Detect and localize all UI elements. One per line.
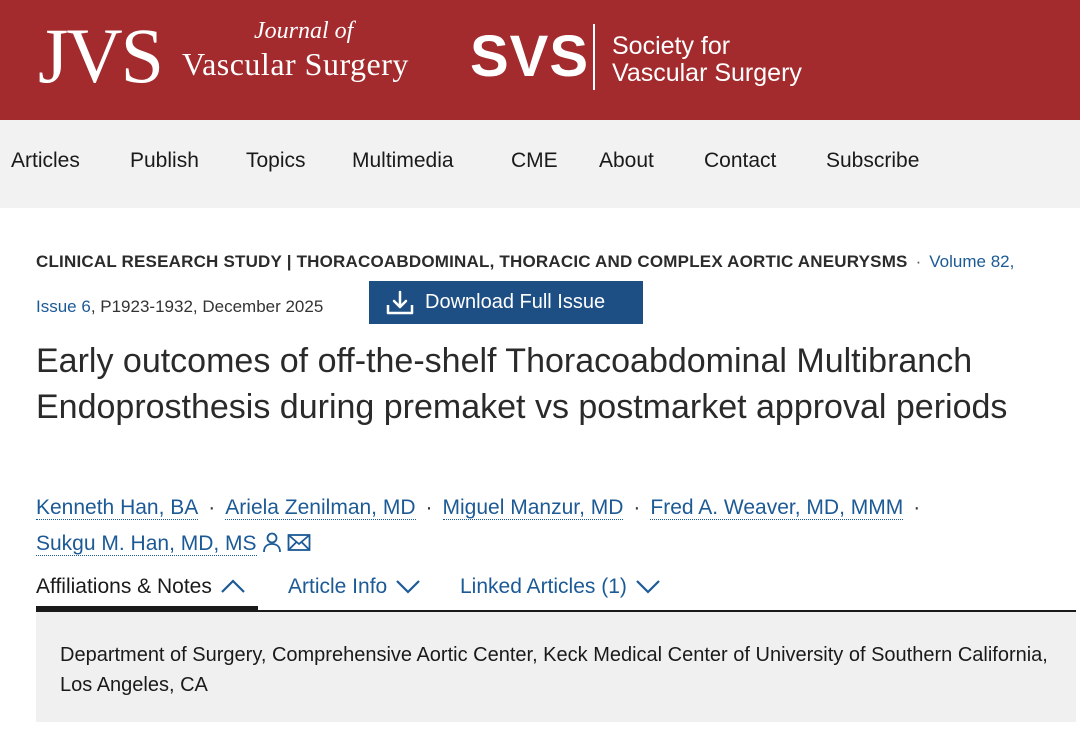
author-list: Kenneth Han, BA · Ariela Zenilman, MD · Migu… <box>36 490 1066 565</box>
nav-item-articles[interactable]: Articles <box>11 148 80 174</box>
nav-item-topics[interactable]: Topics <box>246 148 306 174</box>
nav-item-multimedia[interactable]: Multimedia <box>352 148 454 174</box>
author-link[interactable]: Fred A. Weaver, MD, MMM <box>650 496 904 520</box>
journal-name-line1[interactable]: Journal of <box>254 18 353 45</box>
article-category[interactable]: CLINICAL RESEARCH STUDY | THORACOABDOMIN… <box>36 252 908 271</box>
download-button-label: Download Full Issue <box>425 291 606 313</box>
society-name-line2[interactable]: Vascular Surgery <box>612 59 802 88</box>
site-header: JVS Journal of Vascular Surgery SVS Soci… <box>0 0 1080 120</box>
article-title: Early outcomes of off-the-shelf Thoracoa… <box>36 342 1008 426</box>
chevron-down-icon <box>396 580 420 594</box>
tab-article-info[interactable]: Article Info <box>288 572 421 608</box>
nav-item-subscribe[interactable]: Subscribe <box>826 148 919 174</box>
person-icon[interactable] <box>261 529 283 565</box>
main-nav: Articles Publish Topics Multimedia CME A… <box>0 120 1080 208</box>
meta-separator: · <box>915 252 922 271</box>
nav-item-contact[interactable]: Contact <box>704 148 776 174</box>
chevron-up-icon <box>221 579 245 593</box>
author-link[interactable]: Sukgu M. Han, MD, MS <box>36 532 257 556</box>
author-separator: · <box>633 496 641 519</box>
nav-item-cme[interactable]: CME <box>511 148 558 174</box>
author-separator: · <box>913 496 921 519</box>
volume-link[interactable]: Volume 82, <box>929 252 1014 271</box>
society-name-line1[interactable]: Society for <box>612 32 730 61</box>
tab-linked-articles[interactable]: Linked Articles (1) <box>460 572 661 608</box>
author-link[interactable]: Kenneth Han, BA <box>36 496 199 520</box>
logo-divider <box>593 24 595 90</box>
author-separator: · <box>208 496 216 519</box>
download-full-issue-button[interactable]: Download Full Issue <box>369 281 643 324</box>
chevron-down-icon <box>636 580 660 594</box>
article-tabs: Affiliations & Notes Article Info Linked… <box>36 572 1076 612</box>
pages-date: , P1923-1932, December 2025 <box>90 297 324 316</box>
tab-label: Affiliations & Notes <box>36 575 212 598</box>
tab-affiliations-notes[interactable]: Affiliations & Notes <box>36 572 246 608</box>
tab-label: Linked Articles (1) <box>460 575 627 598</box>
journal-name-line2[interactable]: Vascular Surgery <box>182 46 409 83</box>
svs-logo[interactable]: SVS <box>470 22 589 92</box>
author-link[interactable]: Miguel Manzur, MD <box>442 496 624 520</box>
author-link[interactable]: Ariela Zenilman, MD <box>225 496 416 520</box>
mail-icon[interactable] <box>287 529 311 565</box>
tab-label: Article Info <box>288 575 388 598</box>
author-separator: · <box>425 496 433 519</box>
affiliations-panel: Department of Surgery, Comprehensive Aor… <box>36 612 1076 722</box>
issue-link[interactable]: Issue 6 <box>36 297 91 316</box>
article-meta: CLINICAL RESEARCH STUDY | THORACOABDOMIN… <box>36 251 1014 273</box>
issue-info: Issue 6, P1923-1932, December 2025 <box>36 296 323 318</box>
active-tab-indicator <box>36 606 258 610</box>
nav-item-about[interactable]: About <box>599 148 654 174</box>
jvs-logo[interactable]: JVS <box>38 6 164 106</box>
download-icon <box>386 290 414 314</box>
affiliation-text: Department of Surgery, Comprehensive Aor… <box>60 644 1048 696</box>
nav-item-publish[interactable]: Publish <box>130 148 199 174</box>
